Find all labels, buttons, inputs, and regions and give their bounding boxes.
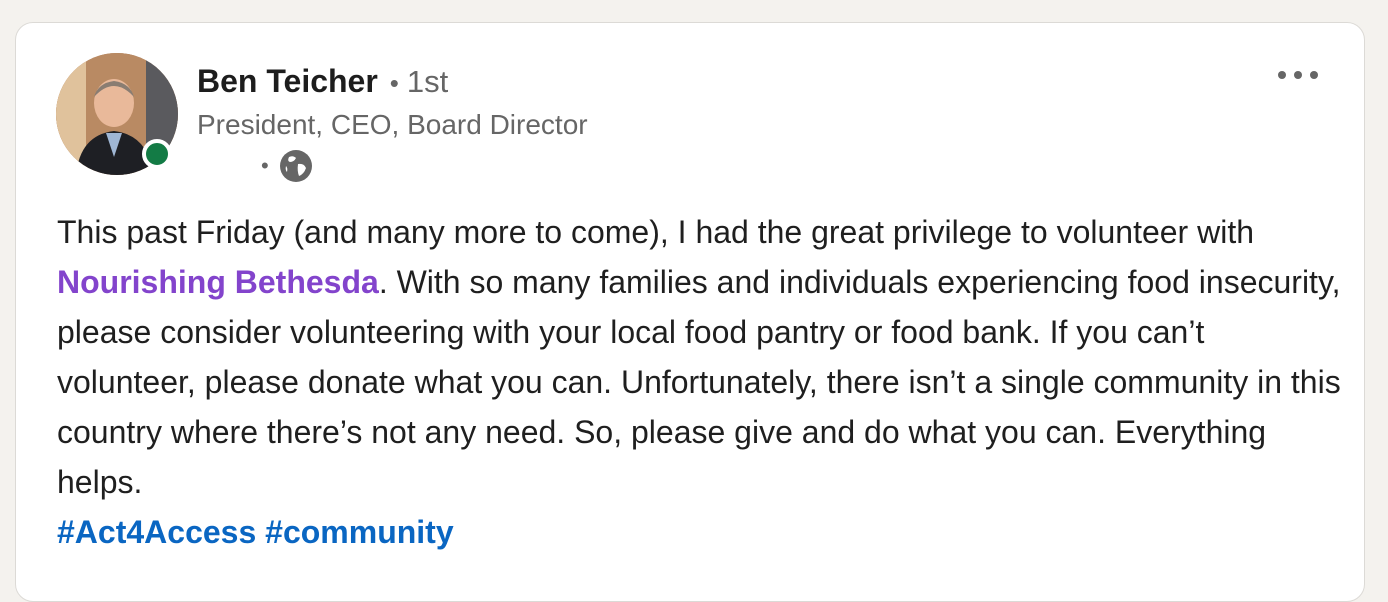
author-name-row: Ben Teicher • 1st — [197, 61, 448, 103]
online-status-indicator — [142, 139, 172, 169]
globe-icon — [279, 150, 312, 182]
connection-degree: 1st — [406, 64, 449, 99]
ellipsis-dot — [1310, 71, 1318, 79]
mention-link[interactable]: Nourishing Bethesda — [57, 264, 379, 300]
post-body: This past Friday (and many more to come)… — [57, 207, 1347, 557]
hashtag-list: #Act4Access #community — [57, 507, 1347, 557]
author-headline: President, CEO, Board Director — [197, 109, 588, 140]
hashtag-link[interactable]: #Act4Access — [57, 514, 256, 550]
meta-separator: • — [261, 153, 269, 178]
name-separator: • — [389, 68, 399, 98]
post-meta: • — [261, 149, 313, 183]
more-options-button[interactable] — [1268, 61, 1328, 89]
post-text-part-1: This past Friday (and many more to come)… — [57, 214, 1254, 250]
hashtag-link[interactable]: #community — [265, 514, 453, 550]
ellipsis-dot — [1278, 71, 1286, 79]
author-name[interactable]: Ben Teicher — [197, 63, 378, 99]
post-card: Ben Teicher • 1st President, CEO, Board Di… — [15, 22, 1365, 602]
ellipsis-dot — [1294, 71, 1302, 79]
